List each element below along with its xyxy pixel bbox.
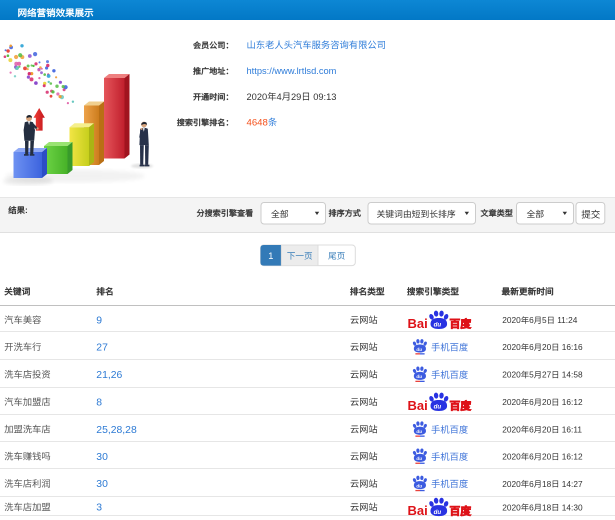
svg-text:Bai: Bai: [408, 398, 428, 413]
svg-text:2020: 2020: [502, 479, 521, 489]
svg-text:2020: 2020: [502, 342, 521, 352]
svg-text:du: du: [416, 374, 422, 379]
svg-text:20: 20: [542, 342, 552, 352]
svg-text:29: 29: [291, 92, 301, 102]
svg-text:18: 18: [542, 479, 552, 489]
svg-text:14:58: 14:58: [562, 370, 583, 380]
svg-text:du: du: [434, 404, 442, 411]
svg-text:5: 5: [529, 370, 534, 380]
svg-text:16:16: 16:16: [562, 342, 583, 352]
svg-text:6: 6: [529, 502, 534, 512]
svg-text:Bai: Bai: [408, 503, 428, 518]
svg-text:6: 6: [529, 479, 534, 489]
svg-text:25,28,28: 25,28,28: [96, 425, 137, 436]
svg-text:2020: 2020: [502, 397, 521, 407]
svg-text:18: 18: [542, 502, 552, 512]
svg-text:2020: 2020: [502, 502, 521, 512]
svg-text:Bai: Bai: [408, 316, 428, 331]
svg-text:2020: 2020: [502, 425, 521, 435]
svg-text:https://www.lrtlsd.com: https://www.lrtlsd.com: [247, 66, 337, 76]
svg-text:27: 27: [96, 343, 108, 354]
svg-text:09:13: 09:13: [313, 92, 336, 102]
svg-text:6: 6: [529, 452, 534, 462]
svg-text:du: du: [434, 322, 442, 329]
svg-text:20: 20: [542, 452, 552, 462]
svg-text:8: 8: [96, 398, 102, 409]
svg-text:27: 27: [542, 370, 552, 380]
svg-text:du: du: [416, 429, 422, 434]
svg-text:6: 6: [529, 397, 534, 407]
svg-text:2020: 2020: [247, 92, 268, 102]
svg-text:30: 30: [96, 452, 108, 463]
svg-text:6: 6: [529, 425, 534, 435]
svg-text:16:12: 16:12: [562, 397, 583, 407]
svg-text:20: 20: [542, 397, 552, 407]
svg-text:du: du: [434, 509, 442, 516]
svg-text:du: du: [416, 347, 422, 352]
svg-text:21,26: 21,26: [96, 370, 122, 381]
svg-text::: :: [25, 205, 28, 215]
svg-text:du: du: [416, 456, 422, 461]
svg-text:2020: 2020: [502, 452, 521, 462]
svg-text:11:24: 11:24: [557, 315, 578, 325]
svg-text:14:30: 14:30: [562, 502, 583, 512]
svg-text:16:12: 16:12: [562, 452, 583, 462]
svg-text:2020: 2020: [502, 370, 521, 380]
svg-text:3: 3: [96, 503, 102, 514]
svg-text:9: 9: [96, 316, 102, 327]
svg-text:4648: 4648: [247, 117, 268, 128]
svg-text:du: du: [416, 483, 422, 488]
svg-text:5: 5: [542, 315, 547, 325]
svg-text:20: 20: [542, 425, 552, 435]
svg-text:2020: 2020: [502, 315, 521, 325]
svg-text:4: 4: [277, 92, 282, 102]
svg-text:1: 1: [268, 251, 273, 261]
svg-text:14:27: 14:27: [562, 479, 583, 489]
svg-text:30: 30: [96, 479, 108, 490]
svg-text:6: 6: [529, 315, 534, 325]
svg-text:16:11: 16:11: [562, 425, 583, 435]
svg-text:6: 6: [529, 342, 534, 352]
